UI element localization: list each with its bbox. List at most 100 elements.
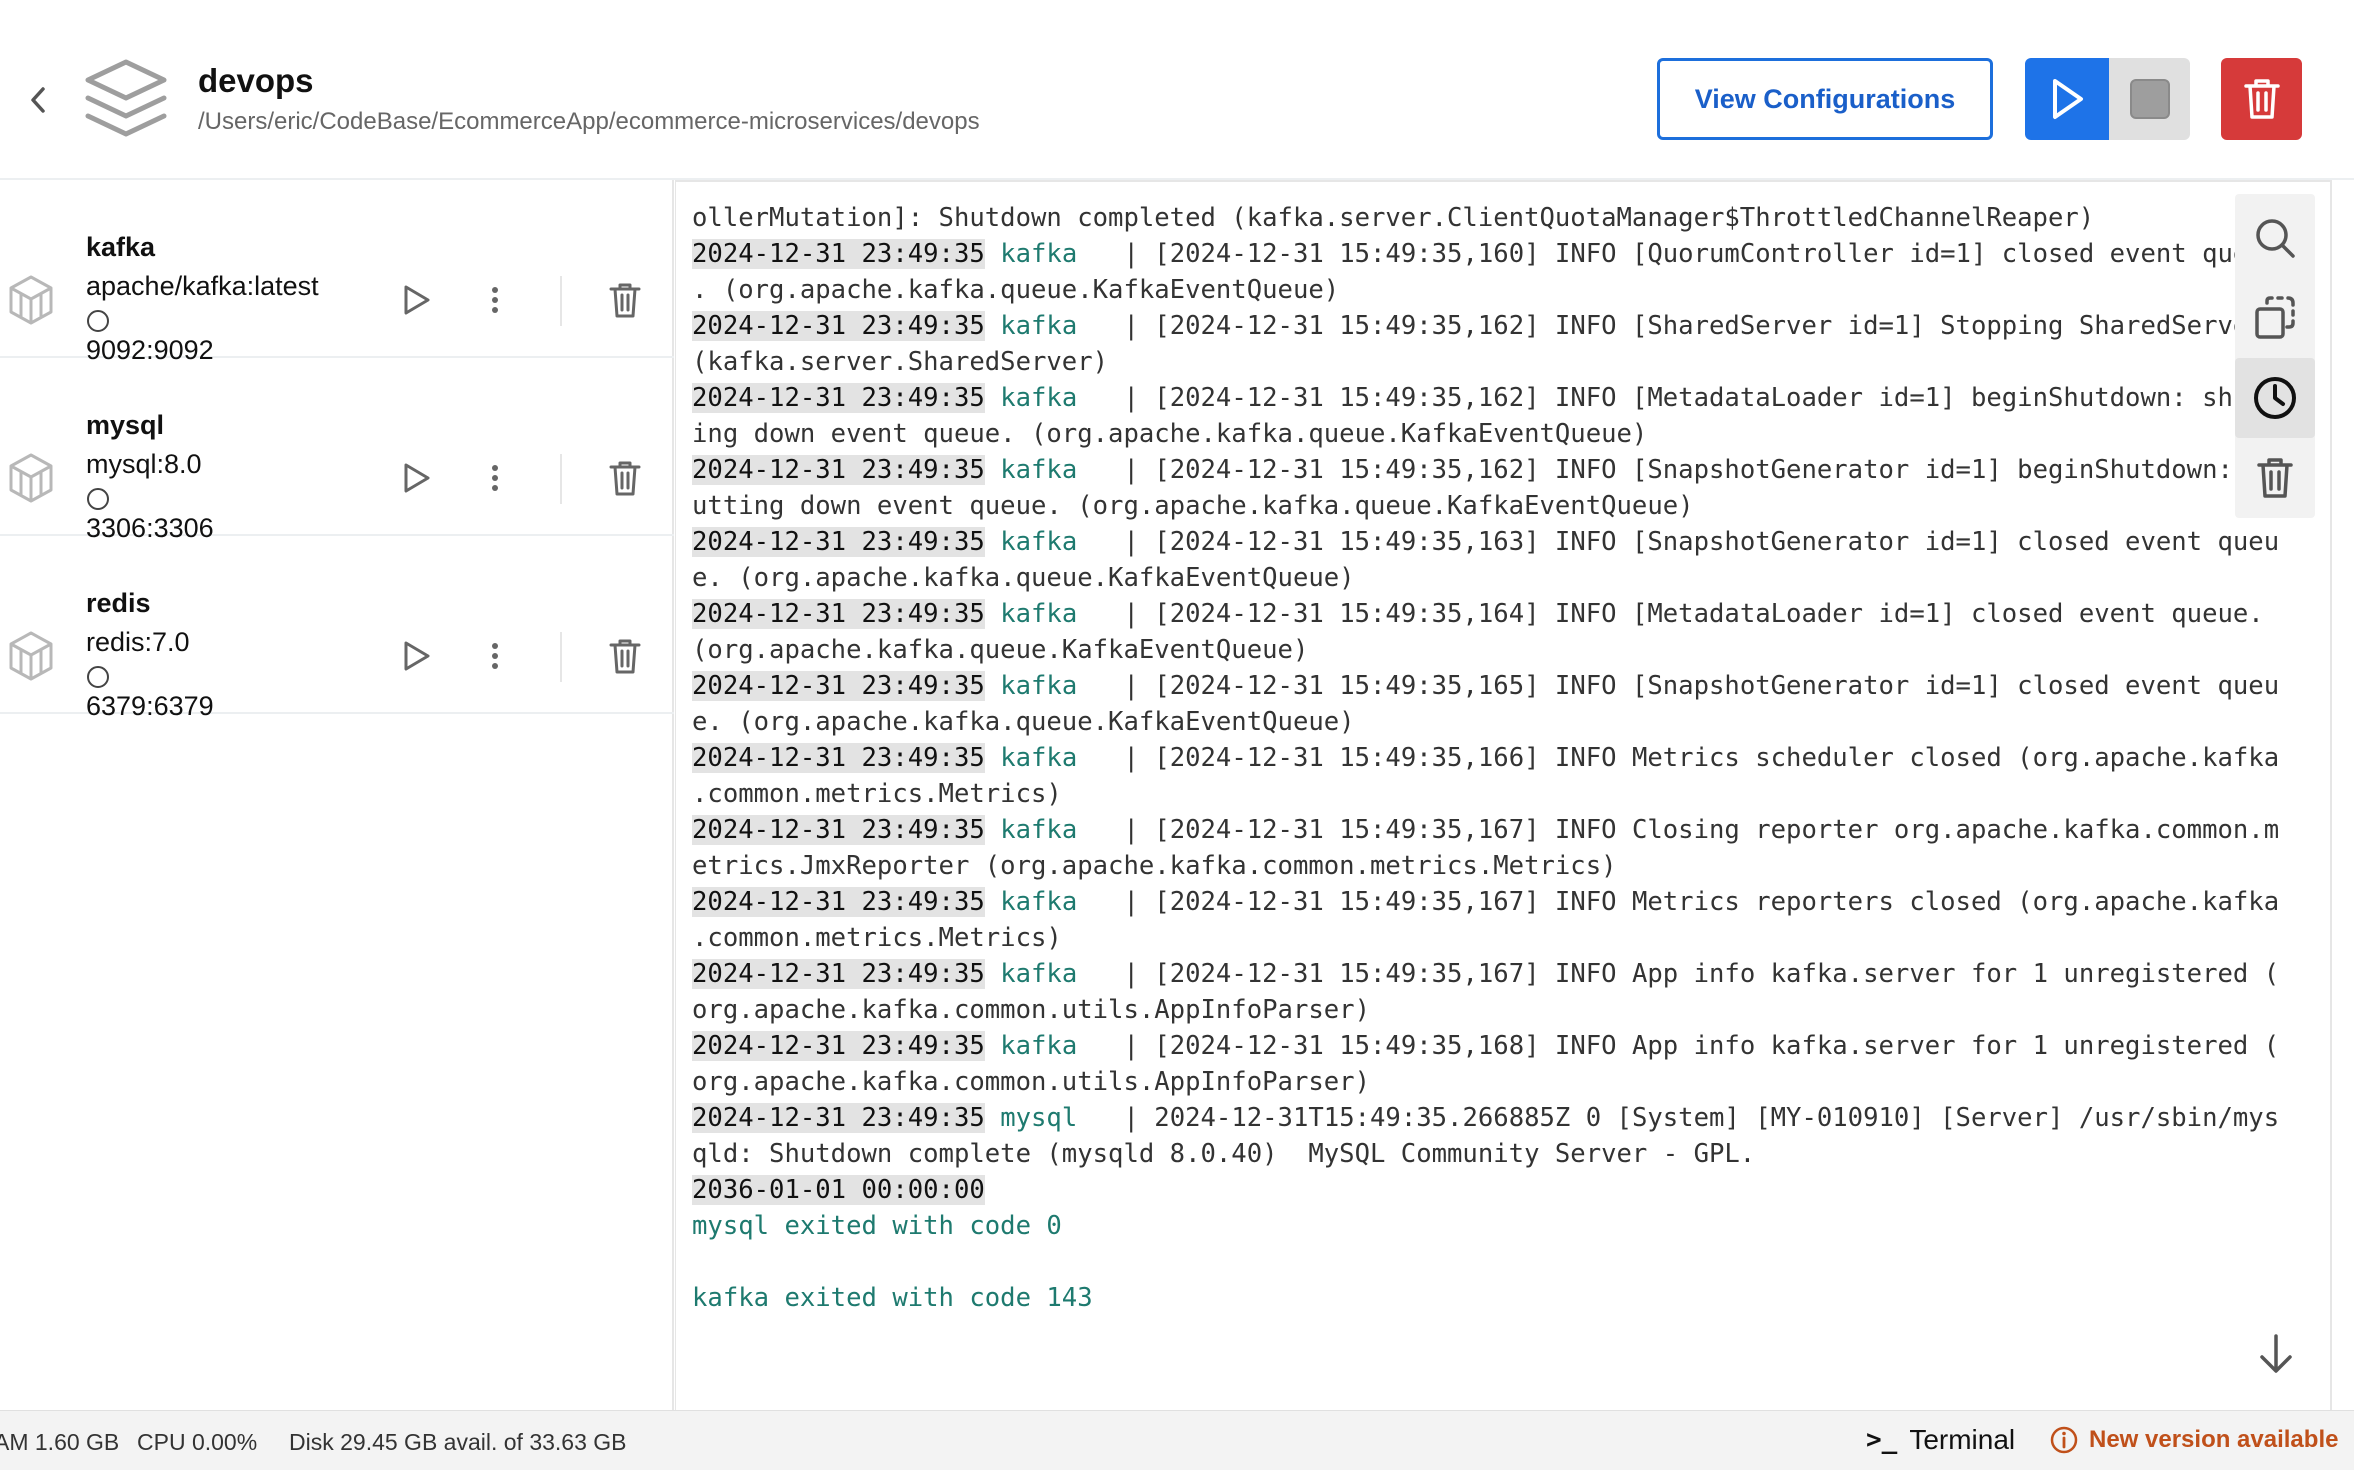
log-line: .common.metrics.Metrics)	[692, 776, 2216, 812]
new-version-link[interactable]: New version available	[2049, 1425, 2338, 1455]
divider	[560, 276, 562, 326]
clear-logs-button[interactable]	[2235, 438, 2315, 518]
log-line: . (org.apache.kafka.queue.KafkaEventQueu…	[692, 272, 2216, 308]
project-title: devops	[198, 62, 314, 99]
log-service-name: kafka	[984, 1031, 1109, 1061]
service-image: mysql:8.0	[86, 449, 202, 479]
trash-icon	[2243, 79, 2280, 119]
service-image: redis:7.0	[86, 627, 190, 657]
divider	[560, 632, 562, 682]
log-line: e. (org.apache.kafka.queue.KafkaEventQue…	[692, 704, 2216, 740]
log-timestamp: 2024-12-31 23:49:35	[692, 671, 985, 701]
status-indicator	[87, 310, 109, 332]
log-service-name: kafka	[984, 383, 1109, 413]
log-message: qld: Shutdown complete (mysqld 8.0.40) M…	[692, 1139, 1756, 1169]
log-message: | [2024-12-31 15:49:35,165] INFO [Snapsh…	[1108, 671, 2280, 701]
log-line: (kafka.server.SharedServer)	[692, 344, 2216, 380]
log-exit-message: kafka exited with code 143	[692, 1283, 1093, 1313]
info-icon	[2050, 1426, 2078, 1454]
log-message: e. (org.apache.kafka.queue.KafkaEventQue…	[692, 563, 1355, 593]
log-message: (org.apache.kafka.queue.KafkaEventQueue)	[692, 635, 1309, 665]
log-timestamp: 2024-12-31 23:49:35	[692, 1103, 985, 1133]
log-message: | [2024-12-31 15:49:35,163] INFO [Snapsh…	[1108, 527, 2280, 557]
log-line: 2024-12-31 23:49:35 mysql | 2024-12-31T1…	[692, 1100, 2279, 1136]
log-timestamp: 2024-12-31 23:49:35	[692, 887, 985, 917]
log-message: | [2024-12-31 15:49:35,162] INFO [Metada…	[1108, 383, 2280, 413]
log-service-name: kafka	[984, 599, 1109, 629]
play-icon[interactable]	[396, 458, 436, 498]
log-message: ollerMutation]: Shutdown completed (kafk…	[692, 203, 2095, 233]
log-timestamp: 2024-12-31 23:49:35	[692, 599, 985, 629]
play-icon[interactable]	[396, 636, 436, 676]
log-message: e. (org.apache.kafka.queue.KafkaEventQue…	[692, 707, 1355, 737]
status-bar: AM 1.60 GB CPU 0.00% Disk 29.45 GB avail…	[0, 1410, 2354, 1470]
back-button[interactable]	[22, 80, 54, 120]
log-message: etrics.JmxReporter (org.apache.kafka.com…	[692, 851, 1617, 881]
ram-usage: AM 1.60 GB	[0, 1429, 120, 1455]
chevron-left-icon	[31, 87, 45, 113]
log-line: mysql exited with code 0	[692, 1208, 2216, 1244]
app-header: devops /Users/eric/CodeBase/EcommerceApp…	[0, 0, 2354, 180]
cpu-usage: CPU 0.00%	[137, 1429, 258, 1455]
service-name: kafka	[86, 232, 156, 262]
trash-icon[interactable]	[608, 280, 642, 320]
start-all-button[interactable]	[2025, 58, 2109, 140]
log-timestamp: 2024-12-31 23:49:35	[692, 311, 985, 341]
log-line: 2024-12-31 23:49:35 kafka | [2024-12-31 …	[692, 668, 2279, 704]
service-item-redis[interactable]: redis redis:7.0 6379:6379	[0, 536, 674, 721]
log-line: org.apache.kafka.common.utils.AppInfoPar…	[692, 1064, 2216, 1100]
log-service-name: kafka	[984, 239, 1109, 269]
log-message: | [2024-12-31 15:49:35,168] INFO App inf…	[1108, 1031, 2280, 1061]
service-item-mysql[interactable]: mysql mysql:8.0 3306:3306	[0, 358, 674, 543]
log-service-name: kafka	[984, 527, 1109, 557]
log-line: (org.apache.kafka.queue.KafkaEventQueue)	[692, 632, 2216, 668]
log-service-name: kafka	[984, 887, 1109, 917]
service-item-kafka[interactable]: kafka apache/kafka:latest 9092:9092	[0, 180, 674, 365]
log-output[interactable]: ollerMutation]: Shutdown completed (kafk…	[692, 200, 2279, 1316]
play-icon[interactable]	[396, 280, 436, 320]
trash-icon[interactable]	[608, 636, 642, 676]
service-image: apache/kafka:latest	[86, 271, 319, 301]
arrow-down-icon[interactable]	[2256, 1332, 2296, 1376]
search-logs-button[interactable]	[2235, 198, 2315, 278]
log-service-name: kafka	[984, 455, 1109, 485]
log-toolbar	[2235, 194, 2315, 518]
play-icon	[2053, 79, 2083, 119]
more-vertical-icon[interactable]	[480, 636, 510, 676]
log-panel[interactable]: ollerMutation]: Shutdown completed (kafk…	[675, 180, 2332, 1410]
view-configurations-button[interactable]: View Configurations	[1657, 58, 1993, 140]
log-service-name: kafka	[984, 959, 1109, 989]
log-line: etrics.JmxReporter (org.apache.kafka.com…	[692, 848, 2216, 884]
copy-logs-button[interactable]	[2235, 278, 2315, 358]
log-message: | 2024-12-31T15:49:35.266885Z 0 [System]…	[1108, 1103, 2280, 1133]
log-line: ing down event queue. (org.apache.kafka.…	[692, 416, 2216, 452]
terminal-icon: >_	[1866, 1425, 1898, 1455]
log-service-name: kafka	[984, 311, 1109, 341]
delete-project-button[interactable]	[2221, 58, 2302, 140]
log-message: | [2024-12-31 15:49:35,162] INFO [Shared…	[1108, 311, 2264, 341]
log-line: 2024-12-31 23:49:35 kafka | [2024-12-31 …	[692, 956, 2279, 992]
trash-icon	[2257, 458, 2293, 498]
stop-all-button[interactable]	[2109, 58, 2190, 140]
log-message: .common.metrics.Metrics)	[692, 923, 1062, 953]
log-exit-message: mysql exited with code 0	[692, 1211, 1062, 1241]
log-line: 2024-12-31 23:49:35 kafka | [2024-12-31 …	[692, 380, 2279, 416]
toggle-timestamps-button[interactable]	[2235, 358, 2315, 438]
log-timestamp: 2024-12-31 23:49:35	[692, 959, 985, 989]
log-message: | [2024-12-31 15:49:35,167] INFO App inf…	[1108, 959, 2280, 989]
trash-icon[interactable]	[608, 458, 642, 498]
more-vertical-icon[interactable]	[480, 280, 510, 320]
service-name: mysql	[86, 410, 165, 440]
copy-icon	[2255, 296, 2295, 339]
status-indicator	[87, 488, 109, 510]
log-message: | [2024-12-31 15:49:35,167] INFO Metrics…	[1108, 887, 2280, 917]
log-timestamp: 2024-12-31 23:49:35	[692, 1031, 985, 1061]
log-timestamp: 2024-12-31 23:49:35	[692, 815, 985, 845]
log-line: 2024-12-31 23:49:35 kafka | [2024-12-31 …	[692, 740, 2279, 776]
terminal-button[interactable]: >_ Terminal	[1866, 1424, 2015, 1456]
stop-icon	[2129, 79, 2170, 119]
more-vertical-icon[interactable]	[480, 458, 510, 498]
log-line: e. (org.apache.kafka.queue.KafkaEventQue…	[692, 560, 2216, 596]
log-service-name: kafka	[984, 743, 1109, 773]
